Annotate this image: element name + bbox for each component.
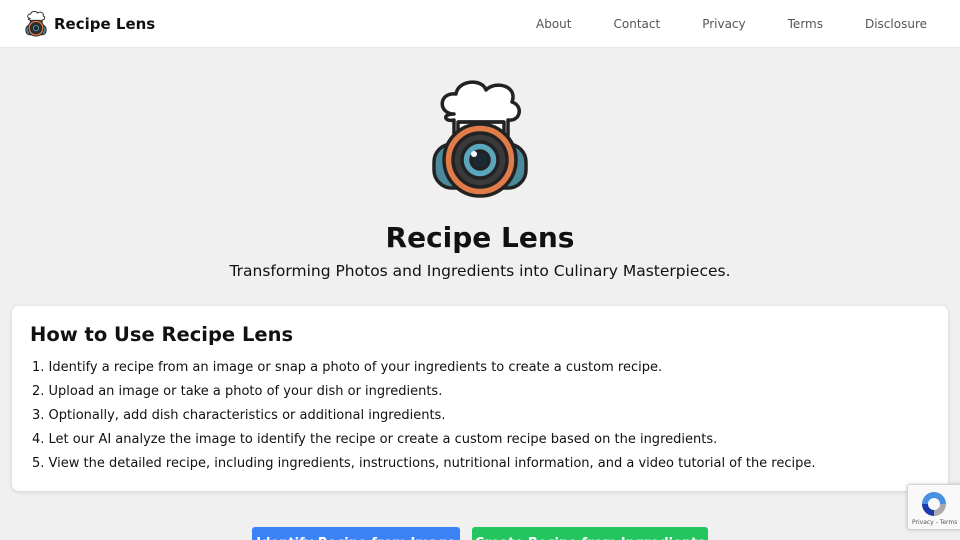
how-to-step: 5. View the detailed recipe, including i…	[32, 456, 816, 471]
how-to-step: 2. Upload an image or take a photo of yo…	[32, 384, 443, 399]
recaptcha-badge[interactable]: Privacy - Terms	[907, 484, 960, 530]
how-to-step: 4. Let our AI analyze the image to ident…	[32, 432, 718, 447]
page-subtitle: Transforming Photos and Ingredients into…	[229, 262, 731, 280]
nav-link-about[interactable]: About	[536, 17, 571, 31]
action-buttons: Identify Recipe from Image Create Recipe…	[0, 527, 960, 540]
how-to-step: 3. Optionally, add dish characteristics …	[32, 408, 446, 423]
page-title: Recipe Lens	[385, 221, 575, 254]
brand-name: Recipe Lens	[54, 15, 156, 33]
how-to-title: How to Use Recipe Lens	[30, 323, 294, 346]
navbar: Recipe Lens About Contact Privacy Terms …	[0, 0, 960, 48]
nav-link-contact[interactable]: Contact	[614, 17, 661, 31]
how-to-step: 1. Identify a recipe from an image or sn…	[32, 360, 663, 375]
nav-links: About Contact Privacy Terms Disclosure	[494, 0, 927, 48]
identify-recipe-button[interactable]: Identify Recipe from Image	[252, 527, 460, 540]
chef-camera-icon	[25, 11, 47, 37]
how-to-card: How to Use Recipe Lens 1. Identify a rec…	[12, 306, 948, 491]
nav-link-privacy[interactable]: Privacy	[702, 17, 745, 31]
create-recipe-button[interactable]: Create Recipe from Ingredients	[472, 527, 708, 540]
recaptcha-links[interactable]: Privacy - Terms	[912, 519, 957, 526]
brand-link[interactable]: Recipe Lens	[24, 11, 155, 37]
hero-logo	[432, 80, 528, 198]
nav-link-terms[interactable]: Terms	[788, 17, 823, 31]
recaptcha-icon	[922, 492, 946, 516]
how-to-steps: 1. Identify a recipe from an image or sn…	[32, 356, 816, 476]
nav-link-disclosure[interactable]: Disclosure	[865, 17, 927, 31]
